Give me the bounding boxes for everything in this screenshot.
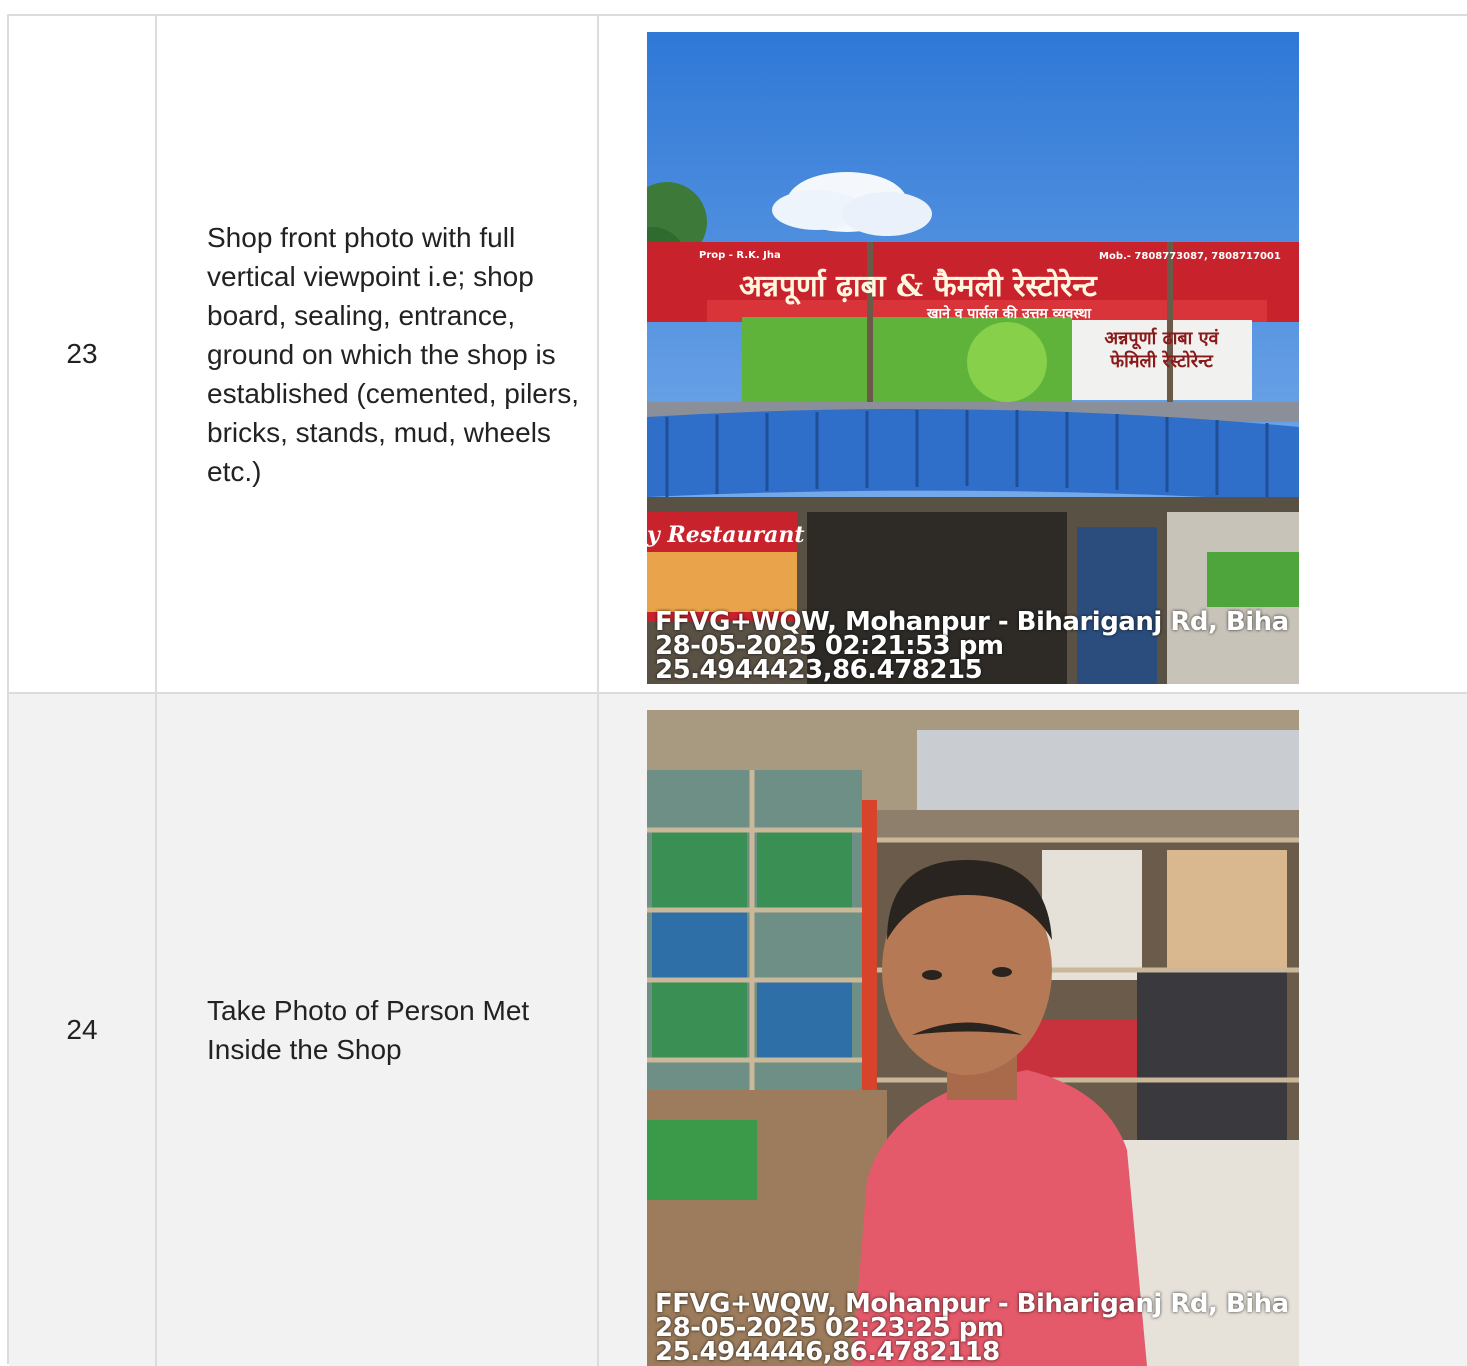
sign-phone: Mob.- 7808773087, 7808717001 <box>1099 251 1281 262</box>
stamp-coords: 25.4944446,86.4782118 <box>655 1337 1000 1366</box>
sign-subtitle: खाने व पार्सल की उत्तम व्यवस्था <box>927 306 1092 322</box>
row-number: 24 <box>9 694 157 1366</box>
photo-cell: Prop - R.K. Jha Mob.- 7808773087, 780871… <box>599 16 1467 692</box>
side-sign: अन्नपूर्णा ढाबा एवं फेमिली रेस्टोरेन्ट <box>1104 328 1219 372</box>
photo-cell: FFVG+WQW, Mohanpur - Bihariganj Rd, Biha… <box>599 694 1467 1366</box>
photo-stamp: FFVG+WQW, Mohanpur - Bihariganj Rd, Biha… <box>655 609 1289 684</box>
person-image <box>647 710 1299 1366</box>
table-row: 24 Take Photo of Person Met Inside the S… <box>9 694 1467 1366</box>
row-number: 23 <box>9 16 157 692</box>
shop-front-photo[interactable]: Prop - R.K. Jha Mob.- 7808773087, 780871… <box>647 32 1299 684</box>
sign-owner: Prop - R.K. Jha <box>699 250 781 261</box>
stamp-coords: 25.4944423,86.478215 <box>655 655 983 684</box>
person-photo[interactable]: FFVG+WQW, Mohanpur - Bihariganj Rd, Biha… <box>647 710 1299 1366</box>
row-description: Shop front photo with full vertical view… <box>157 16 599 692</box>
sign-title: अन्नपूर्णा ढ़ाबा & फैमली रेस्टोरेन्ट <box>739 269 1097 304</box>
table-row: 23 Shop front photo with full vertical v… <box>9 16 1467 694</box>
row-description: Take Photo of Person Met Inside the Shop <box>157 694 599 1366</box>
restaurant-label: y Restaurant <box>647 522 805 548</box>
checklist-table: 23 Shop front photo with full vertical v… <box>7 14 1467 1366</box>
photo-stamp: FFVG+WQW, Mohanpur - Bihariganj Rd, Biha… <box>655 1291 1289 1366</box>
